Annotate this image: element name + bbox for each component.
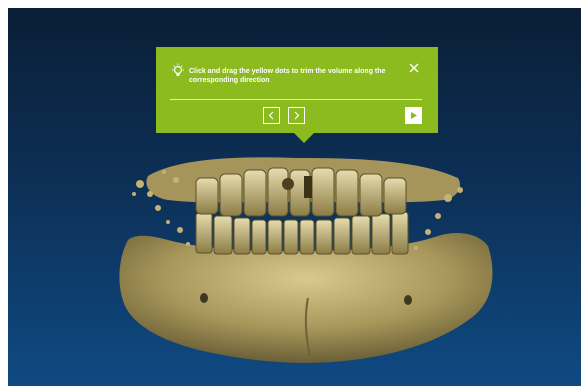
- lightbulb-icon: [172, 63, 184, 76]
- previous-step-button[interactable]: [263, 107, 280, 124]
- popup-pointer: [294, 133, 314, 143]
- chevron-left-icon: [268, 111, 274, 120]
- popup-divider: [170, 99, 422, 100]
- play-button[interactable]: [405, 107, 422, 124]
- tour-tip-text: Click and drag the yellow dots to trim t…: [189, 68, 386, 84]
- next-step-button[interactable]: [288, 107, 305, 124]
- chevron-right-icon: [294, 111, 300, 120]
- play-icon: [411, 112, 417, 119]
- close-icon[interactable]: [408, 62, 420, 74]
- guided-tour-popup: Click and drag the yellow dots to trim t…: [156, 47, 438, 133]
